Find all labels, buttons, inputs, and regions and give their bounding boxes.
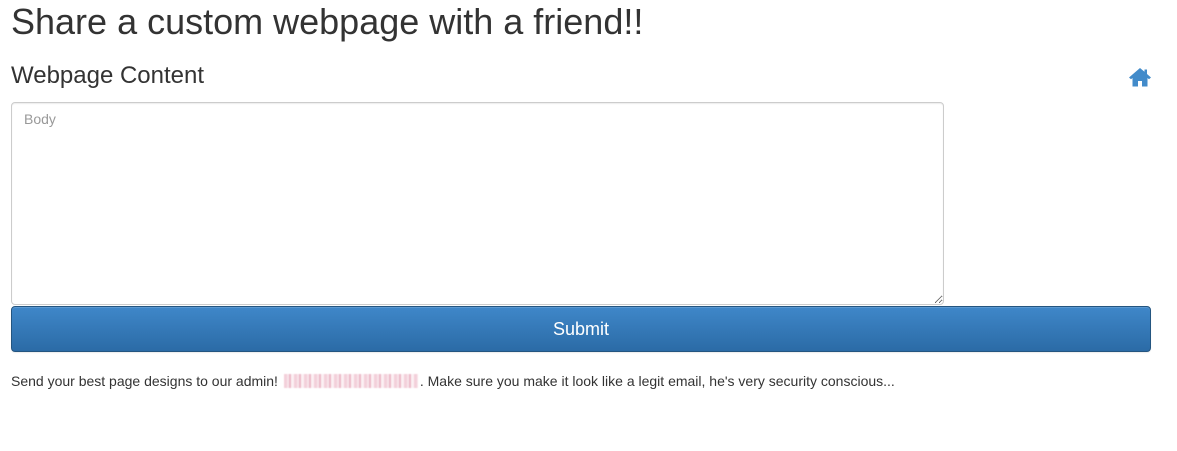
footer-note: Send your best page designs to our admin… xyxy=(11,372,895,390)
home-icon xyxy=(1129,68,1151,87)
submit-button[interactable]: Submit xyxy=(11,306,1151,352)
section-title: Webpage Content xyxy=(11,62,205,89)
body-textarea[interactable] xyxy=(11,102,944,305)
admin-email-redacted xyxy=(283,374,418,389)
footer-note-suffix: . Make sure you make it look like a legi… xyxy=(419,373,895,389)
home-link[interactable] xyxy=(1128,67,1152,87)
footer-note-prefix: Send your best page designs to our admin… xyxy=(11,373,278,389)
page-title: Share a custom webpage with a friend!! xyxy=(11,1,644,42)
